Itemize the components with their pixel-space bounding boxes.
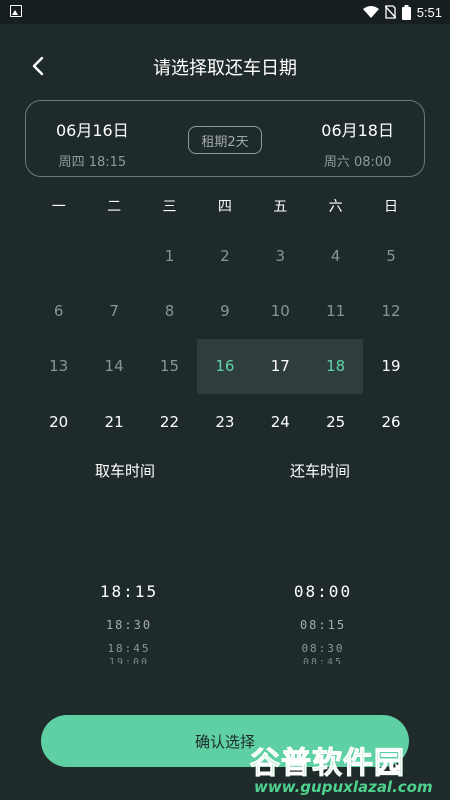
- pickup-weekday-time: 周四 18:15: [58, 155, 127, 170]
- pickup-time-picker[interactable]: 18:15 18:30 18:45 19:00: [84, 580, 174, 664]
- calendar-day[interactable]: 24: [253, 394, 308, 449]
- return-time-option[interactable]: 08:30: [278, 636, 368, 656]
- calendar-day: 2: [220, 246, 230, 265]
- weekday-label: 三: [162, 199, 177, 215]
- calendar-day: 13: [49, 357, 69, 376]
- pickup-time-option[interactable]: 19:00: [84, 656, 174, 664]
- calendar-day: 10: [270, 302, 290, 321]
- calendar-day[interactable]: 19: [363, 339, 418, 394]
- watermark-url: www.gupuxlazal.com: [254, 778, 433, 796]
- battery-icon: [401, 4, 411, 20]
- wifi-icon: [362, 5, 379, 18]
- weekday-label: 四: [217, 199, 232, 215]
- calendar-day[interactable]: 25: [308, 394, 363, 449]
- gallery-icon: [10, 5, 22, 17]
- calendar-day[interactable]: 26: [363, 394, 418, 449]
- return-date: 06月18日: [321, 121, 394, 140]
- status-bar: 5:51: [0, 0, 450, 24]
- calendar-day: 8: [164, 302, 175, 321]
- return-date-block: 06月18日 周六 08:00: [321, 117, 394, 170]
- pickup-time-option[interactable]: 18:30: [84, 608, 174, 636]
- pickup-time-selected[interactable]: 18:15: [84, 580, 174, 608]
- date-summary-card: 06月16日 周四 18:15 租期2天 06月18日 周六 08:00: [25, 100, 425, 177]
- pickup-time-option[interactable]: 18:45: [84, 636, 174, 656]
- return-time-picker[interactable]: 08:00 08:15 08:30 08:45: [278, 580, 368, 664]
- page-title: 请选择取还车日期: [153, 58, 297, 79]
- calendar-day[interactable]: 21: [86, 394, 141, 449]
- calendar-day-in-range[interactable]: 17: [252, 338, 308, 395]
- calendar-day: 15: [159, 357, 180, 376]
- weekday-label: 一: [51, 199, 66, 215]
- calendar-day[interactable]: 22: [142, 394, 197, 449]
- watermark-title: 谷普软件园: [250, 746, 405, 782]
- calendar-grid: 1 2 3 4 5 6 7 8 9 10 11 12 13 14 15 16 1…: [31, 228, 419, 450]
- calendar-day-empty: [31, 228, 86, 283]
- calendar-day-pickup-selected[interactable]: 16: [197, 338, 253, 395]
- weekday-label: 六: [328, 199, 343, 215]
- calendar-day: 7: [109, 302, 119, 321]
- pickup-time-label: 取车时间: [95, 462, 156, 480]
- weekday-header: 一 二 三 四 五 六 日: [31, 196, 419, 216]
- calendar-day: 11: [326, 302, 346, 321]
- return-time-selected[interactable]: 08:00: [278, 580, 368, 608]
- calendar-day-empty: [86, 228, 141, 283]
- calendar-day: 14: [104, 357, 124, 376]
- header: 请选择取还车日期: [0, 44, 450, 88]
- calendar-day-return-selected[interactable]: 18: [307, 338, 364, 395]
- calendar-day: 9: [220, 302, 230, 321]
- calendar-day: 6: [53, 302, 64, 321]
- return-time-label: 还车时间: [290, 462, 351, 480]
- calendar-day[interactable]: 20: [31, 394, 86, 449]
- return-time-option[interactable]: 08:45: [278, 656, 368, 664]
- pickup-date: 06月16日: [56, 121, 129, 140]
- calendar-day: 4: [330, 246, 341, 265]
- calendar-day: 12: [381, 302, 401, 321]
- calendar-day[interactable]: 23: [197, 394, 252, 449]
- weekday-label: 二: [107, 199, 122, 215]
- watermark-logo: 谷普软件园 www.gupuxlazal.com: [250, 738, 445, 797]
- calendar-day: 5: [386, 246, 396, 265]
- weekday-label: 五: [273, 199, 288, 215]
- no-sim-icon: [384, 5, 396, 19]
- pickup-date-block: 06月16日 周四 18:15: [56, 117, 129, 170]
- rental-period-badge: 租期2天: [188, 126, 262, 154]
- return-time-option[interactable]: 08:15: [278, 608, 368, 636]
- calendar-day: 1: [164, 246, 175, 265]
- return-weekday-time: 周六 08:00: [323, 155, 392, 170]
- calendar-day: 3: [275, 246, 286, 265]
- weekday-label: 日: [384, 199, 399, 215]
- clock-time: 5:51: [416, 4, 442, 20]
